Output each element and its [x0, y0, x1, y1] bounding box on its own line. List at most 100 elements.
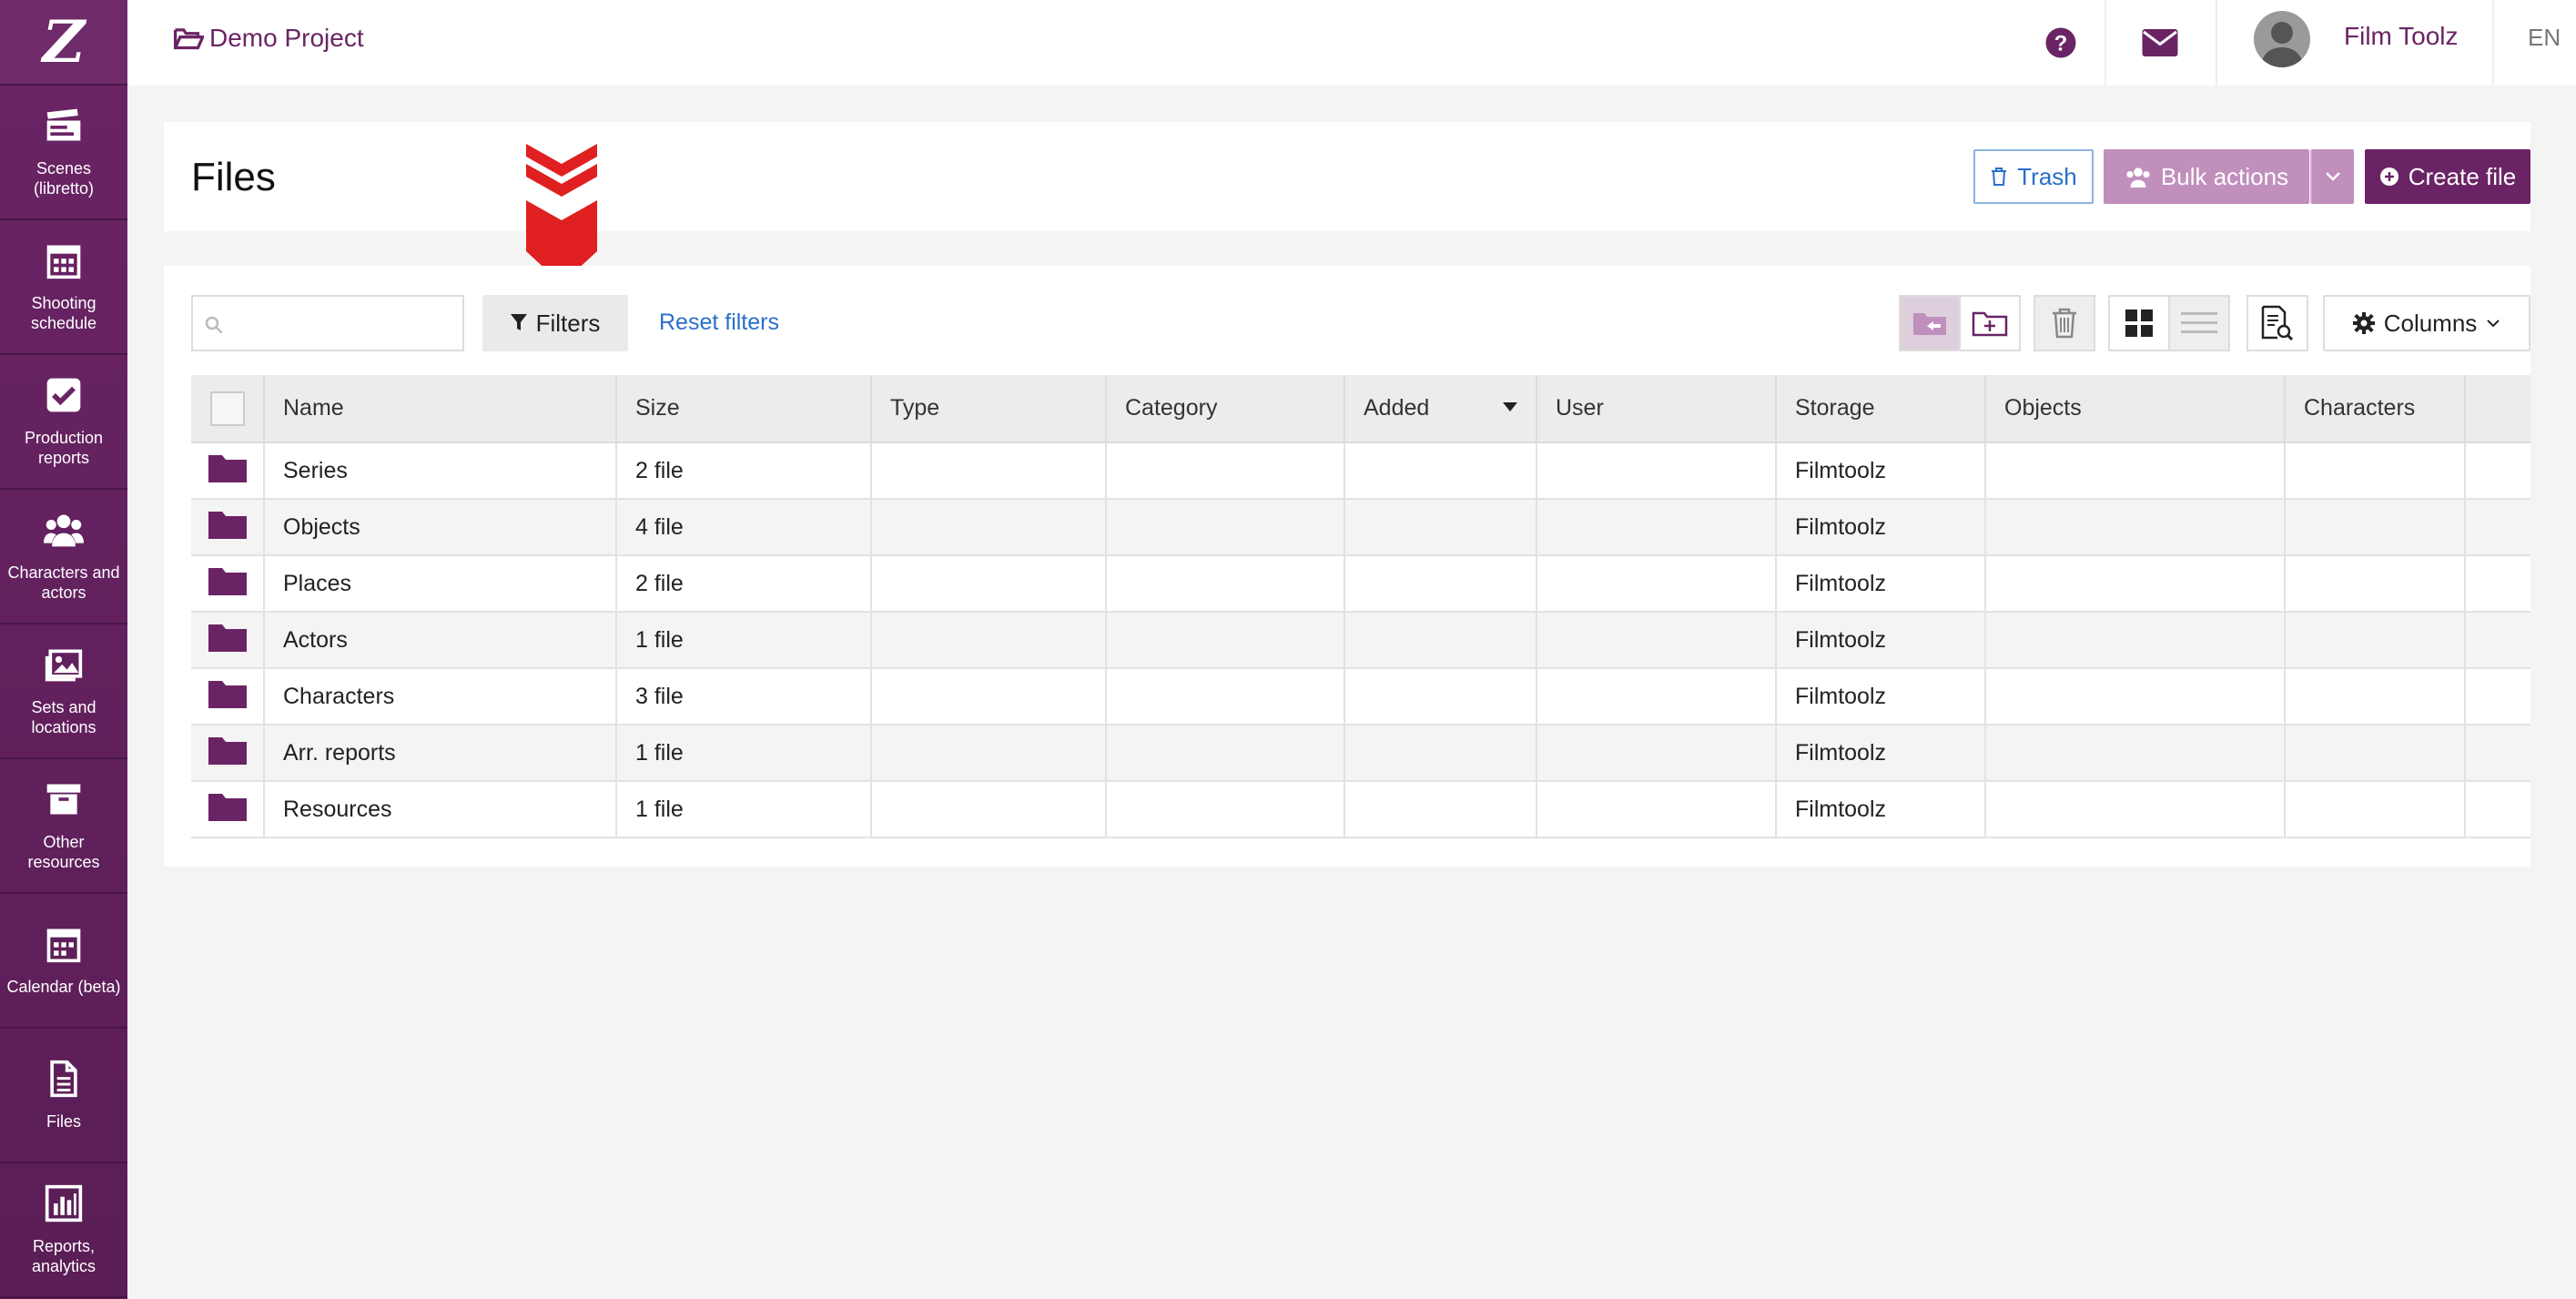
table-row[interactable]: Objects 4 file Filmtoolz: [191, 499, 2530, 556]
folder-icon: [208, 793, 247, 821]
file-added: [1344, 499, 1537, 556]
filters-button[interactable]: Filters: [482, 295, 628, 351]
folder-icon: [208, 680, 247, 708]
trash-button[interactable]: Trash: [1973, 149, 2094, 204]
sidebar-item-reports-analytics[interactable]: Reports, analytics: [0, 1163, 127, 1298]
create-file-button[interactable]: Create file: [2365, 149, 2530, 204]
messages-button[interactable]: [2106, 0, 2214, 86]
user-name[interactable]: Film Toolz: [2344, 22, 2459, 51]
file-name[interactable]: Series: [264, 442, 617, 500]
column-header-type[interactable]: Type: [871, 375, 1107, 443]
reset-filters-link[interactable]: Reset filters: [659, 310, 779, 336]
checkbox-icon: [46, 378, 81, 412]
sidebar-item-calendar[interactable]: Calendar (beta): [0, 894, 127, 1029]
topbar-divider: [2492, 0, 2494, 86]
column-header-size[interactable]: Size: [616, 375, 872, 443]
sidebar-item-other-resources[interactable]: Other resources: [0, 759, 127, 894]
list-view-button[interactable]: [2168, 295, 2230, 351]
bulk-actions-button[interactable]: Bulk actions: [2104, 149, 2309, 204]
column-header-objects[interactable]: Objects: [1985, 375, 2286, 443]
delete-button[interactable]: [2033, 295, 2095, 351]
file-characters: [2285, 555, 2466, 613]
search-input[interactable]: [229, 306, 457, 342]
folder-open-icon: [173, 28, 204, 50]
language-switch[interactable]: EN: [2528, 24, 2561, 52]
file-characters: [2285, 442, 2466, 500]
folder-icon: [208, 736, 247, 765]
table-row[interactable]: Characters 3 file Filmtoolz: [191, 668, 2530, 726]
file-storage: Filmtoolz: [1776, 442, 1986, 500]
table-row[interactable]: Series 2 file Filmtoolz: [191, 442, 2530, 500]
help-button[interactable]: ?: [2023, 0, 2099, 86]
sidebar-item-characters-actors[interactable]: Characters and actors: [0, 490, 127, 624]
folder-up-button[interactable]: [1899, 295, 1961, 351]
file-extra: [2465, 555, 2530, 613]
file-name[interactable]: Arr. reports: [264, 725, 617, 782]
topbar-divider: [2216, 0, 2217, 86]
sidebar-item-label: Sets and locations: [31, 698, 96, 736]
file-name[interactable]: Places: [264, 555, 617, 613]
file-user: [1536, 555, 1777, 613]
column-header-characters[interactable]: Characters: [2285, 375, 2466, 443]
new-folder-button[interactable]: [1959, 295, 2021, 351]
chevron-down-arrow-icon: [526, 144, 597, 284]
project-name: Demo Project: [209, 24, 364, 52]
folder-cell: [191, 442, 265, 500]
folder-cell: [191, 725, 265, 782]
file-name[interactable]: Characters: [264, 668, 617, 726]
table-row[interactable]: Actors 1 file Filmtoolz: [191, 612, 2530, 669]
table-row[interactable]: Places 2 file Filmtoolz: [191, 555, 2530, 613]
sidebar-item-scenes[interactable]: Scenes (libretto): [0, 86, 127, 220]
columns-button[interactable]: Columns: [2323, 295, 2530, 351]
file-name[interactable]: Objects: [264, 499, 617, 556]
search-box[interactable]: [191, 295, 464, 351]
trash-icon: [1992, 167, 2007, 186]
table-row[interactable]: Arr. reports 1 file Filmtoolz: [191, 725, 2530, 782]
file-objects: [1985, 668, 2286, 726]
folder-back-icon: [1913, 313, 1946, 335]
preview-button[interactable]: [2246, 295, 2308, 351]
file-size: 1 file: [616, 781, 872, 838]
grid-view-button[interactable]: [2108, 295, 2170, 351]
sidebar-item-sets-locations[interactable]: Sets and locations: [0, 624, 127, 759]
file-characters: [2285, 612, 2466, 669]
column-header-category[interactable]: Category: [1106, 375, 1345, 443]
file-size: 3 file: [616, 668, 872, 726]
bulk-actions-dropdown[interactable]: [2310, 149, 2354, 204]
document-search-icon: [2261, 305, 2294, 341]
file-category: [1106, 668, 1345, 726]
users-icon: [2126, 167, 2150, 188]
sidebar: Z Scenes (libretto) Shooting schedule Pr…: [0, 0, 127, 1299]
file-storage: Filmtoolz: [1776, 781, 1986, 838]
file-icon: [50, 1060, 77, 1098]
list-icon: [2181, 312, 2217, 333]
file-type: [871, 781, 1107, 838]
file-name[interactable]: Resources: [264, 781, 617, 838]
avatar[interactable]: [2254, 11, 2310, 67]
project-breadcrumb[interactable]: Demo Project: [173, 24, 364, 53]
image-icon: [45, 649, 83, 682]
file-storage: Filmtoolz: [1776, 499, 1986, 556]
file-extra: [2465, 612, 2530, 669]
column-header-name[interactable]: Name: [264, 375, 617, 443]
chevron-down-icon: [2326, 172, 2340, 181]
file-name[interactable]: Actors: [264, 612, 617, 669]
file-user: [1536, 725, 1777, 782]
svg-text:?: ?: [2054, 31, 2068, 56]
app-logo[interactable]: Z: [0, 0, 127, 86]
sidebar-item-production-reports[interactable]: Production reports: [0, 355, 127, 490]
sidebar-item-files[interactable]: Files: [0, 1029, 127, 1163]
column-header-user[interactable]: User: [1536, 375, 1777, 443]
sidebar-item-shooting-schedule[interactable]: Shooting schedule: [0, 220, 127, 355]
select-all-checkbox[interactable]: [209, 391, 245, 426]
folder-cell: [191, 555, 265, 613]
file-type: [871, 612, 1107, 669]
select-all-cell[interactable]: [191, 375, 265, 443]
column-header-storage[interactable]: Storage: [1776, 375, 1986, 443]
column-header-added[interactable]: Added: [1344, 375, 1537, 443]
page-header: Files Trash Bulk actions Create file: [164, 122, 2530, 231]
table-row[interactable]: Resources 1 file Filmtoolz: [191, 781, 2530, 838]
question-circle-icon: ?: [2045, 27, 2076, 58]
envelope-icon: [2142, 29, 2178, 56]
file-user: [1536, 668, 1777, 726]
